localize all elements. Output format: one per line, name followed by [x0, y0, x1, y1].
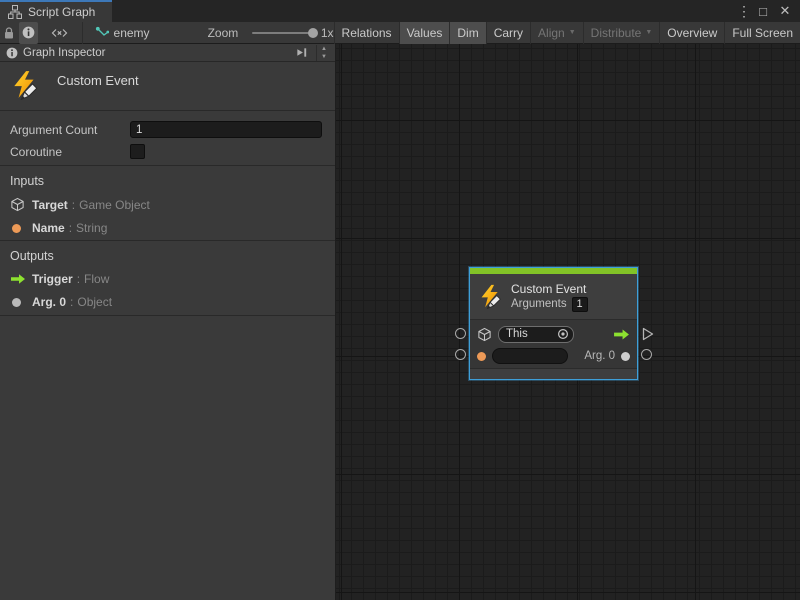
- window-menu-icon[interactable]: ⋮: [738, 2, 750, 20]
- argument-count-row: Argument Count: [10, 120, 325, 139]
- tab-label: Script Graph: [28, 5, 95, 19]
- graph-inspector-header: Graph Inspector ▲ ▼: [0, 44, 335, 62]
- info-toggle-button[interactable]: [19, 22, 38, 44]
- custom-event-icon: [10, 70, 40, 100]
- script-graph-icon: [8, 5, 22, 19]
- zoom-slider-knob[interactable]: [308, 28, 318, 38]
- name-value-field[interactable]: [492, 348, 568, 364]
- overview-button[interactable]: Overview: [659, 22, 724, 44]
- info-icon: [22, 26, 35, 39]
- unity-script-graph-window: { "titlebar": { "tab_label": "Script Gra…: [0, 0, 800, 600]
- object-picker-icon[interactable]: [557, 328, 569, 340]
- node-body: This Arg. 0: [470, 319, 637, 368]
- values-button[interactable]: Values: [399, 22, 450, 44]
- input-row-target: Target : Game Object: [10, 197, 325, 212]
- zoom-label: Zoom: [208, 26, 239, 40]
- node-footer: [470, 368, 637, 379]
- target-external-port[interactable]: [455, 328, 466, 339]
- cube-icon: [10, 197, 32, 212]
- distribute-dropdown[interactable]: Distribute ▼: [583, 22, 660, 44]
- arg0-output-port[interactable]: [621, 352, 630, 361]
- graph-canvas[interactable]: Custom Event Arguments 1 This: [336, 44, 800, 600]
- spinner-up-icon[interactable]: ▲: [317, 45, 331, 53]
- spinner-down-icon[interactable]: ▼: [317, 53, 331, 61]
- relations-button[interactable]: Relations: [334, 22, 399, 44]
- coroutine-checkbox[interactable]: [130, 144, 145, 159]
- zoom-slider[interactable]: [252, 32, 315, 34]
- panel-spinner: ▲ ▼: [316, 45, 331, 61]
- lock-icon[interactable]: [0, 22, 19, 44]
- outputs-header: Outputs: [10, 249, 325, 263]
- outputs-section: Outputs Trigger : Flow Arg. 0 : Object: [0, 241, 335, 316]
- cube-icon: [477, 327, 492, 342]
- toolbar-separator: [82, 22, 83, 44]
- close-icon[interactable]: ✕: [776, 2, 794, 20]
- target-dropdown[interactable]: This: [498, 326, 574, 343]
- coroutine-row: Coroutine: [10, 142, 325, 161]
- arg0-external-port[interactable]: [641, 349, 652, 360]
- event-settings: Argument Count Coroutine: [0, 111, 335, 166]
- code-literal-icon[interactable]: [38, 22, 82, 44]
- graph-breadcrumb[interactable]: enemy: [95, 22, 150, 44]
- argument-count-label: Argument Count: [10, 123, 130, 137]
- orange-port-dot: [10, 224, 32, 233]
- custom-event-icon: [478, 284, 503, 309]
- zoom-value: 1x: [321, 26, 334, 40]
- full-screen-button[interactable]: Full Screen: [724, 22, 800, 44]
- event-header: Custom Event: [0, 62, 335, 111]
- output-row-arg0: Arg. 0 : Object: [10, 295, 325, 309]
- carry-button[interactable]: Carry: [486, 22, 530, 44]
- window-titlebar: Script Graph ⋮ □ ✕: [0, 0, 800, 22]
- argument-count-field[interactable]: [130, 121, 322, 138]
- arg0-label: Arg. 0: [584, 350, 615, 362]
- inputs-section: Inputs Target : Game Object Name : Strin…: [0, 166, 335, 241]
- name-external-port[interactable]: [455, 349, 466, 360]
- info-icon: [6, 47, 18, 59]
- align-dropdown[interactable]: Align ▼: [530, 22, 583, 44]
- node-arguments-label: Arguments: [511, 298, 567, 310]
- coroutine-label: Coroutine: [10, 145, 130, 159]
- chevron-down-icon: ▼: [645, 29, 652, 36]
- custom-event-node[interactable]: Custom Event Arguments 1 This: [469, 267, 638, 380]
- node-header: Custom Event Arguments 1: [470, 274, 637, 319]
- name-input-port[interactable]: [477, 352, 486, 361]
- inputs-header: Inputs: [10, 174, 325, 188]
- input-row-name: Name : String: [10, 221, 325, 235]
- panel-title: Graph Inspector: [23, 47, 290, 59]
- dock-panel-icon[interactable]: [295, 46, 309, 59]
- green-flow-arrow-icon: [10, 273, 32, 285]
- graph-toolbar: enemy Zoom 1x Relations Values Dim Carry…: [0, 22, 800, 44]
- tab-script-graph[interactable]: Script Graph: [0, 0, 112, 22]
- node-row-name: Arg. 0: [477, 345, 630, 367]
- maximize-icon[interactable]: □: [754, 2, 772, 20]
- dim-button[interactable]: Dim: [449, 22, 485, 44]
- node-title: Custom Event: [511, 282, 588, 296]
- chevron-down-icon: ▼: [569, 29, 576, 36]
- graph-inspector-panel: Graph Inspector ▲ ▼ Custom Event Argumen…: [0, 44, 336, 600]
- graph-node-icon: [95, 26, 109, 40]
- trigger-external-port[interactable]: [642, 327, 654, 341]
- window-controls: ⋮ □ ✕: [738, 0, 800, 22]
- node-arguments-value[interactable]: 1: [572, 297, 588, 312]
- gray-port-dot: [10, 298, 32, 307]
- event-title: Custom Event: [57, 70, 139, 88]
- trigger-output-arrow-icon[interactable]: [613, 328, 630, 341]
- toolbar-buttons: Relations Values Dim Carry Align ▼ Distr…: [334, 22, 800, 44]
- graph-name: enemy: [114, 26, 150, 40]
- output-row-trigger: Trigger : Flow: [10, 272, 325, 286]
- node-row-target: This: [477, 323, 630, 345]
